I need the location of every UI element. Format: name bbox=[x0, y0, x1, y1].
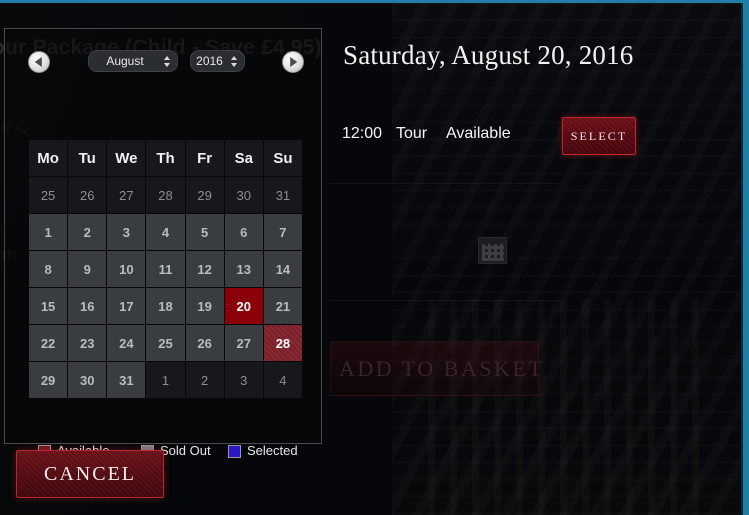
chevron-right-icon bbox=[290, 57, 298, 67]
accent-stripe-top bbox=[0, 0, 749, 3]
calendar-icon bbox=[478, 237, 507, 264]
slot-type: Tour bbox=[396, 125, 428, 142]
month-select[interactable]: August bbox=[88, 50, 178, 72]
calendar-day-soldout[interactable]: 30 bbox=[68, 362, 107, 398]
calendar-week-row: 15 16 17 18 19 20 21 bbox=[29, 288, 302, 324]
year-select[interactable]: 2016 bbox=[190, 50, 245, 72]
calendar-day-other: 3 bbox=[224, 362, 263, 398]
calendar-day-soldout[interactable]: 1 bbox=[29, 214, 68, 250]
calendar-header: August 2016 bbox=[5, 29, 323, 85]
calendar-day-soldout[interactable]: 14 bbox=[263, 251, 302, 287]
legend-label-sold-out: Sold Out bbox=[160, 443, 211, 458]
time-slot-row: 12:00 Tour Available SELECT bbox=[338, 117, 738, 163]
slot-time: 12:00 bbox=[342, 125, 383, 142]
add-to-basket-label: ADD TO BASKET bbox=[339, 356, 545, 381]
calendar-day-soldout[interactable]: 23 bbox=[68, 325, 107, 361]
calendar-day-soldout[interactable]: 25 bbox=[146, 325, 185, 361]
calendar-day-soldout[interactable]: 19 bbox=[185, 288, 224, 324]
weekday-header: Su bbox=[263, 140, 302, 176]
calendar-day-available[interactable]: 28 bbox=[263, 325, 302, 361]
calendar-day-other: 25 bbox=[29, 177, 68, 213]
calendar-day-soldout[interactable]: 26 bbox=[185, 325, 224, 361]
calendar-day-soldout[interactable]: 27 bbox=[224, 325, 263, 361]
prev-month-button[interactable] bbox=[28, 51, 50, 73]
calendar-day-soldout[interactable]: 4 bbox=[146, 214, 185, 250]
calendar-day-soldout[interactable]: 31 bbox=[107, 362, 146, 398]
calendar-day-soldout[interactable]: 12 bbox=[185, 251, 224, 287]
calendar-day-soldout[interactable]: 8 bbox=[29, 251, 68, 287]
calendar-day-other: 4 bbox=[263, 362, 302, 398]
calendar-day-other: 28 bbox=[146, 177, 185, 213]
calendar-day-soldout[interactable]: 13 bbox=[224, 251, 263, 287]
updown-arrows-icon bbox=[231, 55, 238, 69]
calendar-day-soldout[interactable]: 9 bbox=[68, 251, 107, 287]
calendar-day-other: 27 bbox=[107, 177, 146, 213]
legend-label-selected: Selected bbox=[247, 443, 298, 458]
calendar-day-other: 26 bbox=[68, 177, 107, 213]
chevron-left-icon bbox=[34, 57, 42, 67]
calendar-week-row: 1234567 bbox=[29, 214, 302, 250]
background-divider-top bbox=[330, 183, 559, 184]
weekday-header: Fr bbox=[185, 140, 224, 176]
calendar-day-soldout[interactable]: 5 bbox=[185, 214, 224, 250]
calendar-day-soldout[interactable]: 22 bbox=[29, 325, 68, 361]
calendar-day-soldout[interactable]: 2 bbox=[68, 214, 107, 250]
month-select-value: August bbox=[106, 54, 144, 68]
weekday-header: Th bbox=[146, 140, 185, 176]
calendar-weekday-header: Mo Tu We Th Fr Sa Su bbox=[29, 140, 302, 176]
calendar-day-soldout[interactable]: 18 bbox=[146, 288, 185, 324]
weekday-header: We bbox=[107, 140, 146, 176]
calendar-day-other: 30 bbox=[224, 177, 263, 213]
background-divider-bottom bbox=[330, 300, 559, 301]
calendar-grid: Mo Tu We Th Fr Sa Su 25 26 27 28 29 30 31 1 2 3 4 5 6 7 8 9 10… bbox=[28, 139, 303, 399]
calendar-day-other: 2 bbox=[185, 362, 224, 398]
select-button[interactable]: SELECT bbox=[562, 117, 636, 155]
calendar-modal: August 2016 Mo Tu We Th Fr Sa Su 25 26 27 28 29 30 3… bbox=[4, 28, 323, 458]
next-month-button[interactable] bbox=[282, 51, 304, 73]
detail-pane: Saturday, August 20, 2016 12:00 Tour Ava… bbox=[330, 28, 743, 168]
calendar-day-soldout[interactable]: 24 bbox=[107, 325, 146, 361]
calendar-day-soldout[interactable]: 21 bbox=[263, 288, 302, 324]
calendar-day-soldout[interactable]: 29 bbox=[29, 362, 68, 398]
weekday-header: Mo bbox=[29, 140, 68, 176]
cancel-button[interactable]: CANCEL bbox=[16, 450, 164, 498]
calendar-day-other: 29 bbox=[185, 177, 224, 213]
selected-date-heading: Saturday, August 20, 2016 bbox=[343, 40, 634, 70]
updown-arrows-icon bbox=[164, 55, 171, 69]
calendar-day-soldout[interactable]: 15 bbox=[29, 288, 68, 324]
weekday-header: Sa bbox=[224, 140, 263, 176]
calendar-week-row: 22 23 24 25 26 27 28 bbox=[29, 325, 302, 361]
calendar-day-soldout[interactable]: 17 bbox=[107, 288, 146, 324]
calendar-day-other: 31 bbox=[263, 177, 302, 213]
accent-stripe-right bbox=[743, 0, 749, 515]
calendar-day-soldout[interactable]: 3 bbox=[107, 214, 146, 250]
calendar-week-row: 29 30 31 1 2 3 4 bbox=[29, 362, 302, 398]
year-select-value: 2016 bbox=[196, 54, 223, 68]
calendar-day-soldout[interactable]: 6 bbox=[224, 214, 263, 250]
calendar-day-soldout[interactable]: 10 bbox=[107, 251, 146, 287]
calendar-day-soldout[interactable]: 16 bbox=[68, 288, 107, 324]
calendar-day-other: 1 bbox=[146, 362, 185, 398]
legend-swatch-selected bbox=[228, 445, 241, 458]
weekday-header: Tu bbox=[68, 140, 107, 176]
calendar-day-soldout[interactable]: 11 bbox=[146, 251, 185, 287]
calendar-week-row: 25 26 27 28 29 30 31 bbox=[29, 177, 302, 213]
calendar-day-soldout[interactable]: 7 bbox=[263, 214, 302, 250]
slot-availability: Available bbox=[446, 125, 511, 142]
calendar-week-row: 8 9 10 11 12 13 14 bbox=[29, 251, 302, 287]
calendar-day-selected[interactable]: 20 bbox=[224, 288, 263, 324]
